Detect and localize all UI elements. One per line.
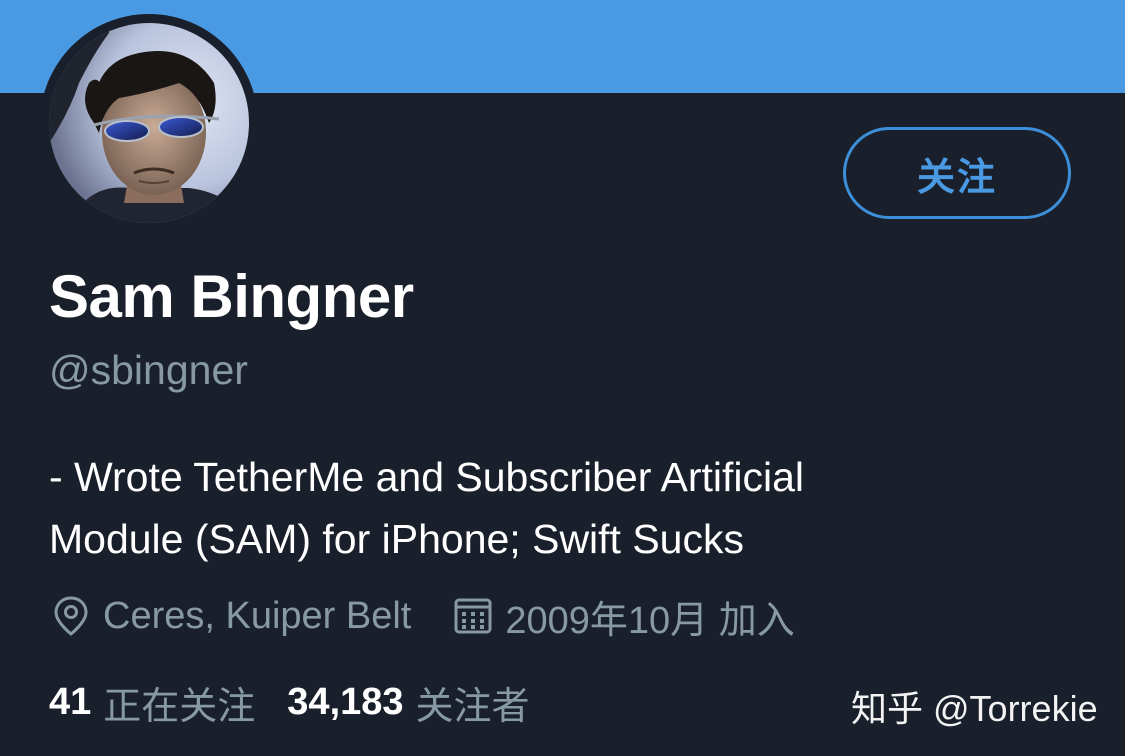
- watermark: 知乎 @Torrekie: [851, 688, 1098, 729]
- profile-stats: 41 正在关注 34,183 关注者: [49, 676, 530, 728]
- avatar-photo: [49, 23, 249, 223]
- followers-label[interactable]: 关注者: [416, 675, 530, 730]
- profile-joined: 2009年10月 加入: [505, 599, 795, 642]
- following-label[interactable]: 正在关注: [103, 675, 255, 730]
- avatar[interactable]: [40, 14, 258, 232]
- avatar-image: [49, 23, 249, 223]
- profile-page: 关注 Sam Bingner @sbingner - Wrote TetherM…: [0, 0, 1125, 756]
- profile-meta: Ceres, Kuiper Belt 2009年10月 加入: [49, 590, 795, 642]
- profile-location: Ceres, Kuiper Belt: [103, 594, 412, 637]
- followers-count[interactable]: 34,183: [287, 681, 403, 724]
- following-count[interactable]: 41: [49, 681, 91, 724]
- location-pin-icon: [49, 594, 93, 638]
- calendar-icon: [451, 594, 495, 638]
- profile-name: Sam Bingner: [49, 263, 414, 330]
- profile-bio: - Wrote TetherMe and Subscriber Artifici…: [49, 446, 1049, 570]
- profile-handle: @sbingner: [49, 347, 248, 393]
- bio-line: Module (SAM) for iPhone; Swift Sucks: [49, 516, 744, 562]
- bio-line: - Wrote TetherMe and Subscriber Artifici…: [49, 454, 805, 500]
- follow-button[interactable]: 关注: [843, 127, 1071, 219]
